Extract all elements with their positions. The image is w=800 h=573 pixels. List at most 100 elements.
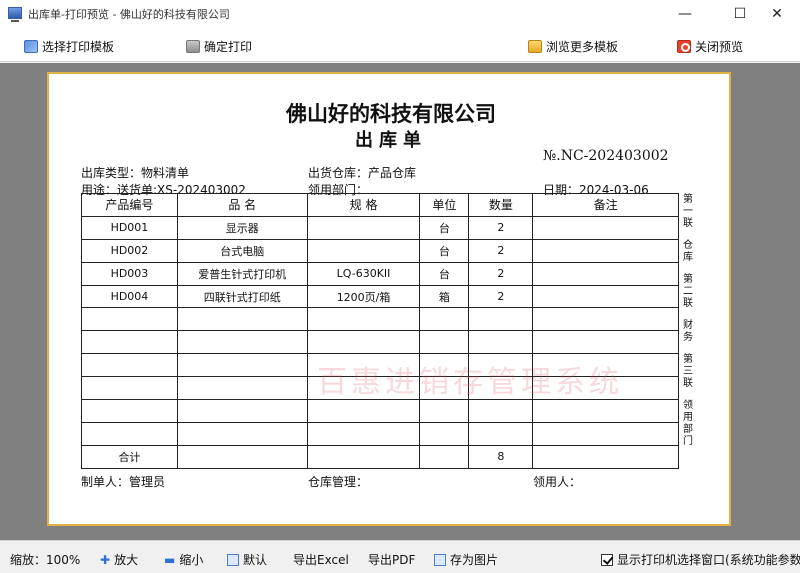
select-template-label: 选择打印模板	[42, 39, 115, 54]
table-cell: 台	[419, 215, 470, 240]
table-cell: 台	[419, 261, 470, 286]
browse-templates-label: 浏览更多模板	[546, 39, 619, 54]
table-cell	[176, 353, 308, 378]
column-header: 数量	[468, 193, 534, 217]
table-cell: 爱普生针式打印机	[176, 261, 308, 286]
table-cell	[176, 330, 308, 355]
table-cell	[306, 421, 421, 446]
out-warehouse: 出货仓库：产品仓库	[308, 166, 417, 180]
table-cell: 台式电脑	[176, 238, 308, 263]
table-row: HD004 四联针式打印纸 1200页/箱箱 2	[81, 284, 679, 309]
table-cell	[468, 307, 534, 332]
table-cell	[306, 238, 421, 263]
table-cell: 2	[468, 261, 534, 286]
table-cell	[81, 353, 178, 378]
export-excel-button[interactable]: 导出Excel	[293, 551, 349, 568]
table-cell: 显示器	[176, 215, 308, 240]
table-cell	[532, 421, 679, 446]
copy-label: 财务	[683, 320, 693, 343]
zoom-out-button[interactable]: ▬ 缩小	[164, 551, 203, 568]
table-cell	[532, 307, 679, 332]
table-row: HD001 显示器 台 2	[81, 215, 679, 240]
table-cell	[306, 399, 421, 423]
company-name: 佛山好的科技有限公司	[286, 101, 496, 126]
default-zoom-button[interactable]: 默认	[227, 551, 267, 568]
table-cell	[81, 330, 178, 355]
table-cell	[468, 421, 534, 446]
maker: 制单人：管理员	[81, 475, 166, 489]
table-cell	[81, 376, 178, 401]
zoom-in-label: 放大	[114, 553, 139, 567]
plus-icon: ✚	[100, 552, 111, 567]
table-cell	[419, 421, 470, 446]
show-printer-dialog-label: 显示打印机选择窗口(系统功能参数	[617, 553, 800, 567]
table-cell	[468, 330, 534, 355]
table-cell	[176, 376, 308, 401]
table-cell	[468, 399, 534, 423]
copy-label: 领用部门	[683, 400, 693, 447]
select-template-button[interactable]: 选择打印模板	[24, 37, 114, 55]
table-cell	[81, 307, 178, 332]
column-header: 产品编号	[81, 193, 178, 217]
table-cell: 1200页/箱	[306, 284, 421, 309]
default-zoom-label: 默认	[243, 553, 268, 567]
table-cell	[306, 215, 421, 240]
table-row: HD003 爱普生针式打印机 LQ-630KII 台 2	[81, 261, 679, 286]
table-cell	[532, 215, 679, 240]
watermark: 百惠进销存管理系统	[317, 365, 623, 400]
folder-icon	[528, 39, 542, 53]
table-row	[81, 399, 679, 423]
table-cell	[532, 399, 679, 423]
save-image-label: 存为图片	[450, 553, 499, 567]
table-cell	[419, 399, 470, 423]
title-bar: 出库单-打印预览 - 佛山好的科技有限公司 — ☐ ✕	[0, 0, 800, 28]
checkbox-checked-icon	[601, 553, 613, 566]
printer-icon	[186, 39, 200, 53]
export-pdf-button[interactable]: 导出PDF	[368, 551, 415, 568]
copy-label: 第二联	[683, 274, 693, 309]
confirm-print-button[interactable]: 确定打印	[186, 37, 252, 55]
browse-templates-button[interactable]: 浏览更多模板	[528, 37, 618, 55]
table-cell	[306, 330, 421, 355]
column-header: 备注	[532, 193, 679, 217]
table-cell	[532, 261, 679, 286]
column-header: 品 名	[176, 193, 308, 217]
table-cell: HD002	[81, 238, 178, 263]
table-cell	[176, 421, 308, 446]
close-preview-button[interactable]: 关闭预览	[677, 37, 743, 55]
preview-area[interactable]: 佛山好的科技有限公司 出库单 出库类型：物料清单 出货仓库：产品仓库 №.NC-…	[0, 63, 800, 540]
table-cell	[532, 284, 679, 309]
table-cell	[176, 307, 308, 332]
status-bar: 缩放：100% ✚ 放大 ▬ 缩小 默认 导出Excel 导出PDF 存为图片 …	[0, 540, 800, 573]
table-cell	[419, 330, 470, 355]
close-icon: ✕	[771, 6, 783, 22]
minimize-button[interactable]: —	[662, 0, 708, 28]
table-cell: LQ-630KII	[306, 261, 421, 286]
confirm-print-label: 确定打印	[204, 39, 253, 54]
items-table: 产品编号 品 名 规 格 单位 数量 备注 HD001 显示器台 2 HD002 台式电…	[81, 193, 679, 469]
column-header: 单位	[419, 193, 470, 217]
copy-label: 仓库	[683, 240, 693, 263]
table-cell: 台	[419, 238, 470, 263]
table-cell	[81, 421, 178, 446]
column-header: 规 格	[306, 193, 421, 217]
minus-icon: ▬	[164, 552, 176, 567]
minimize-icon: —	[678, 6, 692, 22]
table-header-row: 产品编号 品 名 规 格 单位 数量 备注	[81, 193, 679, 217]
power-icon	[677, 39, 691, 53]
copy-label: 第三联	[683, 354, 693, 389]
zoom-in-button[interactable]: ✚ 放大	[100, 551, 138, 568]
app-monitor-icon	[8, 7, 22, 22]
export-pdf-label: 导出PDF	[368, 553, 416, 567]
show-printer-dialog-checkbox[interactable]: 显示打印机选择窗口(系统功能参数	[601, 551, 800, 568]
print-preview-window: 出库单-打印预览 - 佛山好的科技有限公司 — ☐ ✕ 选择打印模板 确定打印 …	[0, 0, 800, 573]
zoom-level: 缩放：100%	[10, 553, 81, 567]
maximize-icon: ☐	[733, 6, 747, 22]
table-cell: 四联针式打印纸	[176, 284, 308, 309]
print-page: 佛山好的科技有限公司 出库单 出库类型：物料清单 出货仓库：产品仓库 №.NC-…	[47, 72, 731, 526]
table-row: HD002 台式电脑 台 2	[81, 238, 679, 263]
total-quantity: 8	[468, 444, 534, 469]
window-title: 出库单-打印预览 - 佛山好的科技有限公司	[28, 8, 230, 21]
close-button[interactable]: ✕	[754, 0, 800, 28]
save-image-button[interactable]: 存为图片	[434, 551, 498, 568]
